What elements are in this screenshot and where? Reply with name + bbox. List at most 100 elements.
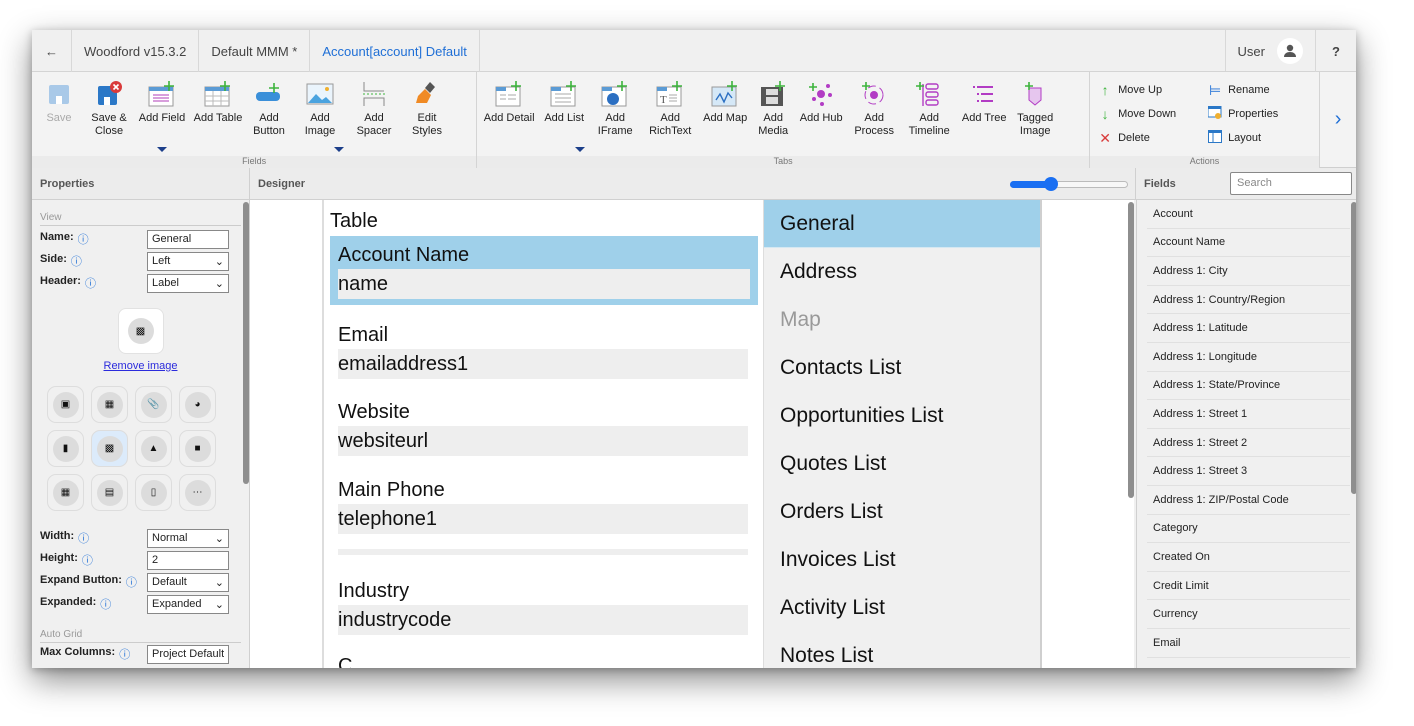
field-list-item[interactable]: Address 1: Street 1: [1147, 400, 1350, 429]
field-list-item[interactable]: Address 1: Latitude: [1147, 314, 1350, 343]
field-list-item[interactable]: Account Name: [1147, 229, 1350, 258]
add-table-button[interactable]: Add Table: [190, 72, 246, 168]
fields-search-input[interactable]: Search: [1230, 172, 1352, 195]
add-detail-button[interactable]: Add Detail: [479, 72, 539, 168]
name-input[interactable]: General: [147, 229, 229, 249]
info-icon[interactable]: ⓘ: [71, 253, 82, 269]
tab-item[interactable]: Activity List: [764, 584, 1040, 632]
field-list-item[interactable]: Address 1: ZIP/Postal Code: [1147, 486, 1350, 515]
user-menu[interactable]: User: [1226, 30, 1316, 72]
height-input[interactable]: 2: [147, 550, 229, 570]
icon-option[interactable]: ▦: [91, 386, 128, 423]
field-list-item[interactable]: Address 1: Street 3: [1147, 457, 1350, 486]
field-list-item[interactable]: Currency: [1147, 600, 1350, 629]
form-field[interactable]: C: [338, 655, 748, 668]
layout-button[interactable]: Layout: [1208, 126, 1318, 150]
field-list-item[interactable]: Category: [1147, 515, 1350, 544]
width-select[interactable]: Normal ⌄: [147, 528, 229, 548]
icon-option[interactable]: 📎: [135, 386, 172, 423]
properties-scrollbar[interactable]: [243, 202, 249, 484]
form-field[interactable]: [338, 547, 748, 555]
tab-item[interactable]: Notes List: [764, 632, 1040, 668]
info-icon[interactable]: ⓘ: [78, 231, 89, 247]
designer-scrollbar[interactable]: [1128, 202, 1134, 498]
add-process-button[interactable]: Add Process: [847, 72, 901, 168]
add-image-button[interactable]: Add Image: [292, 72, 348, 168]
info-icon[interactable]: ⓘ: [126, 574, 137, 590]
icon-option-selected[interactable]: ▩: [91, 430, 128, 467]
field-list-item[interactable]: Address 1: Longitude: [1147, 343, 1350, 372]
add-richtext-button[interactable]: T Add RichText: [641, 72, 699, 168]
tab-item[interactable]: Invoices List: [764, 536, 1040, 584]
save-close-button[interactable]: Save & Close: [84, 72, 134, 168]
form-field[interactable]: Email emailaddress1: [338, 324, 748, 379]
expand-button-select[interactable]: Default ⌄: [147, 572, 229, 592]
icon-option[interactable]: ▣: [47, 386, 84, 423]
move-up-button[interactable]: ↑ Move Up: [1098, 78, 1208, 102]
rename-button[interactable]: ⊨ Rename: [1208, 78, 1318, 102]
chevron-down-icon[interactable]: [334, 147, 344, 152]
field-list-item[interactable]: Credit Limit: [1147, 572, 1350, 601]
icon-option[interactable]: ▦: [47, 474, 84, 511]
add-tree-button[interactable]: Add Tree: [957, 72, 1011, 168]
breadcrumb-tab-configuration[interactable]: Default MMM *: [199, 30, 311, 72]
side-select[interactable]: Left ⌄: [147, 251, 229, 271]
tab-item[interactable]: Orders List: [764, 488, 1040, 536]
icon-option[interactable]: ▲: [135, 430, 172, 467]
tab-item[interactable]: Contacts List: [764, 344, 1040, 392]
back-button[interactable]: ←: [32, 30, 72, 72]
tab-item[interactable]: Opportunities List: [764, 392, 1040, 440]
add-media-button[interactable]: Add Media: [751, 72, 795, 168]
add-iframe-button[interactable]: Add IFrame: [589, 72, 641, 168]
info-icon[interactable]: ⓘ: [78, 530, 89, 546]
info-icon[interactable]: ⓘ: [100, 596, 111, 612]
add-field-button[interactable]: Add Field: [134, 72, 190, 168]
header-select[interactable]: Label ⌄: [147, 273, 229, 293]
move-down-button[interactable]: ↓ Move Down: [1098, 102, 1208, 126]
field-list-item[interactable]: Email: [1147, 629, 1350, 658]
field-list-item[interactable]: Account: [1147, 200, 1350, 229]
form-field[interactable]: Website websiteurl: [338, 401, 748, 456]
remove-image-link[interactable]: Remove image: [32, 360, 249, 372]
max-columns-select[interactable]: Project Default: [147, 644, 229, 664]
help-button[interactable]: ?: [1316, 30, 1356, 72]
tab-item[interactable]: Quotes List: [764, 440, 1040, 488]
zoom-slider-thumb[interactable]: [1044, 177, 1059, 191]
breadcrumb-tab-form[interactable]: Account[account] Default: [310, 30, 480, 72]
add-button-button[interactable]: Add Button: [246, 72, 292, 168]
icon-option[interactable]: ▯: [135, 474, 172, 511]
form-field-selected[interactable]: Account Name name: [330, 236, 758, 305]
expanded-select[interactable]: Expanded ⌄: [147, 594, 229, 614]
delete-button[interactable]: ✕ Delete: [1098, 126, 1208, 150]
info-icon[interactable]: ⓘ: [119, 646, 130, 662]
tagged-image-button[interactable]: Tagged Image: [1011, 72, 1059, 168]
save-button[interactable]: Save: [34, 72, 84, 168]
ribbon-scroll-right-button[interactable]: ›: [1320, 72, 1356, 167]
field-list-item[interactable]: Address 1: City: [1147, 257, 1350, 286]
field-list-item[interactable]: Address 1: State/Province: [1147, 372, 1350, 401]
tab-item[interactable]: Map: [764, 296, 1040, 344]
properties-button[interactable]: Properties: [1207, 102, 1318, 126]
chevron-down-icon[interactable]: [575, 147, 586, 152]
info-icon[interactable]: ⓘ: [85, 275, 96, 291]
edit-styles-button[interactable]: Edit Styles: [400, 72, 454, 168]
icon-option[interactable]: ◕: [179, 386, 216, 423]
form-field[interactable]: Industry industrycode: [338, 580, 748, 635]
add-list-button[interactable]: Add List: [539, 72, 589, 168]
fields-scrollbar[interactable]: [1351, 202, 1356, 494]
add-map-button[interactable]: Add Map: [699, 72, 751, 168]
field-list-item[interactable]: Address 1: Street 2: [1147, 429, 1350, 458]
icon-option[interactable]: ⋯: [179, 474, 216, 511]
chevron-down-icon[interactable]: [157, 147, 167, 152]
info-icon[interactable]: ⓘ: [82, 552, 93, 568]
add-spacer-button[interactable]: Add Spacer: [348, 72, 400, 168]
breadcrumb-tab-project[interactable]: Woodford v15.3.2: [72, 30, 200, 72]
icon-option[interactable]: ■: [179, 430, 216, 467]
icon-option[interactable]: ▤: [91, 474, 128, 511]
field-list-item[interactable]: Address 1: Country/Region: [1147, 286, 1350, 315]
add-hub-button[interactable]: Add Hub: [795, 72, 847, 168]
form-field[interactable]: Main Phone telephone1: [338, 479, 748, 534]
field-list-item[interactable]: Created On: [1147, 543, 1350, 572]
icon-option[interactable]: ▮: [47, 430, 84, 467]
add-timeline-button[interactable]: Add Timeline: [901, 72, 957, 168]
